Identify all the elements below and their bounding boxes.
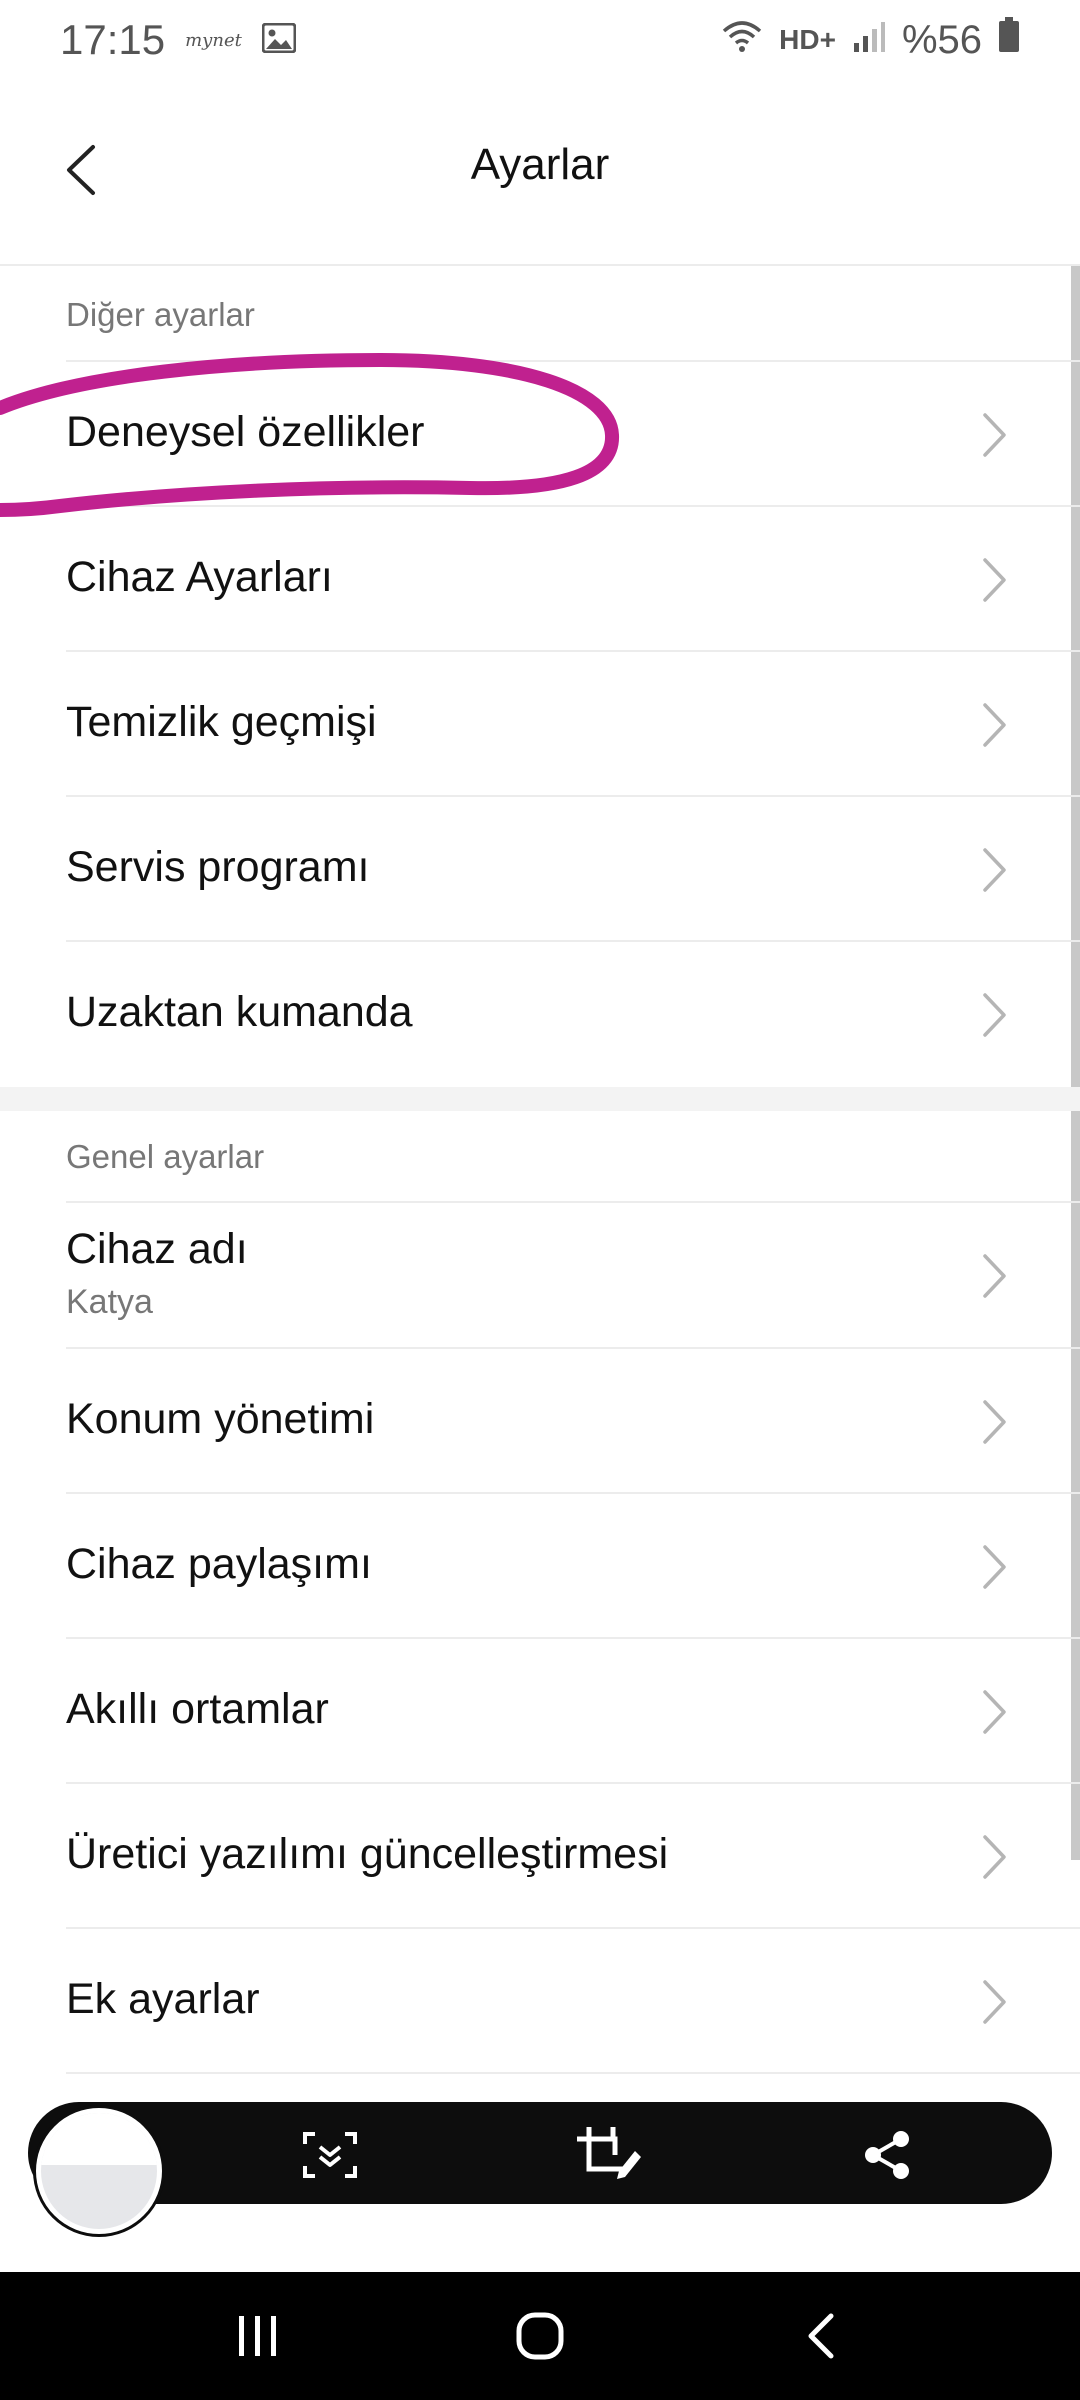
settings-item-label: Servis programı xyxy=(66,843,370,891)
share-icon xyxy=(865,2131,909,2179)
settings-item-label: Cihaz Ayarları xyxy=(66,553,333,601)
chevron-right-icon xyxy=(983,847,1006,892)
home-icon xyxy=(516,2312,564,2360)
chevron-right-icon xyxy=(983,1979,1006,2024)
page-title: Ayarlar xyxy=(470,140,610,189)
chevron-right-icon xyxy=(983,1544,1006,1589)
settings-item-service-schedule[interactable]: Servis programı xyxy=(0,797,1071,942)
share-button[interactable] xyxy=(848,2120,928,2190)
chevron-right-icon xyxy=(983,1834,1006,1879)
settings-item-experimental[interactable]: Deneysel özellikler xyxy=(0,362,1071,507)
settings-item-device-sharing[interactable]: Cihaz paylaşımı xyxy=(0,1494,1071,1639)
network-type: HD+ xyxy=(779,24,836,55)
chevron-right-icon xyxy=(983,992,1006,1037)
settings-item-label: Cihaz adı xyxy=(66,1225,248,1273)
settings-screen: 17:15 mynet HD+ %56 Ayarlar Diğer ayarla… xyxy=(0,0,1080,2400)
divider xyxy=(66,2072,1080,2074)
recent-apps-button[interactable] xyxy=(213,2300,303,2372)
mynet-icon: mynet xyxy=(185,29,242,51)
chevron-right-icon xyxy=(983,557,1006,602)
status-time: 17:15 xyxy=(60,16,166,63)
chevron-right-icon xyxy=(983,1689,1006,1734)
gallery-icon xyxy=(261,18,297,63)
signal-icon xyxy=(852,18,886,63)
app-header: Ayarlar xyxy=(0,80,1080,266)
settings-item-smart-scenes[interactable]: Akıllı ortamlar xyxy=(0,1639,1071,1784)
settings-item-label: Akıllı ortamlar xyxy=(66,1685,329,1733)
scroll-capture-button[interactable] xyxy=(290,2120,370,2190)
crop-edit-icon xyxy=(577,2127,641,2179)
settings-item-remote-control[interactable]: Uzaktan kumanda xyxy=(0,942,1071,1087)
battery-level: %56 xyxy=(901,17,982,62)
settings-item-label: Temizlik geçmişi xyxy=(66,698,377,746)
settings-item-label: Ek ayarlar xyxy=(66,1975,260,2023)
device-name-value: Katya xyxy=(66,1283,153,1321)
chevron-right-icon xyxy=(983,412,1006,457)
chevron-right-icon xyxy=(983,1399,1006,1444)
settings-item-label: Uzaktan kumanda xyxy=(66,988,413,1036)
settings-item-device-settings[interactable]: Cihaz Ayarları xyxy=(0,507,1071,652)
settings-item-cleaning-history[interactable]: Temizlik geçmişi xyxy=(0,652,1071,797)
back-icon xyxy=(808,2313,834,2359)
recent-apps-icon xyxy=(239,2316,276,2356)
status-bar: 17:15 mynet HD+ %56 xyxy=(0,0,1080,80)
chevron-right-icon xyxy=(983,702,1006,747)
settings-item-label: Cihaz paylaşımı xyxy=(66,1540,372,1588)
section-label-other: Diğer ayarlar xyxy=(66,296,255,333)
settings-item-firmware-update[interactable]: Üretici yazılımı güncelleştirmesi xyxy=(0,1784,1071,1929)
settings-item-additional-settings[interactable]: Ek ayarlar xyxy=(0,1929,1071,2074)
thumbnail-preview xyxy=(41,2113,157,2165)
battery-icon xyxy=(998,17,1020,63)
settings-item-label: Deneysel özellikler xyxy=(66,408,425,456)
settings-item-label: Konum yönetimi xyxy=(66,1395,375,1443)
settings-item-label: Üretici yazılımı güncelleştirmesi xyxy=(66,1830,669,1878)
section-separator xyxy=(0,1087,1080,1111)
screenshot-thumbnail[interactable] xyxy=(36,2108,162,2234)
section-label-general: Genel ayarlar xyxy=(66,1138,265,1175)
crop-edit-button[interactable] xyxy=(570,2120,650,2190)
back-nav-button[interactable] xyxy=(775,2300,865,2372)
settings-item-location-management[interactable]: Konum yönetimi xyxy=(0,1349,1071,1494)
settings-item-device-name[interactable]: Cihaz adı Katya xyxy=(0,1203,1071,1348)
chevron-right-icon xyxy=(983,1253,1006,1298)
scroll-capture-icon xyxy=(303,2132,357,2178)
wifi-icon xyxy=(721,18,763,63)
home-button[interactable] xyxy=(495,2300,585,2372)
